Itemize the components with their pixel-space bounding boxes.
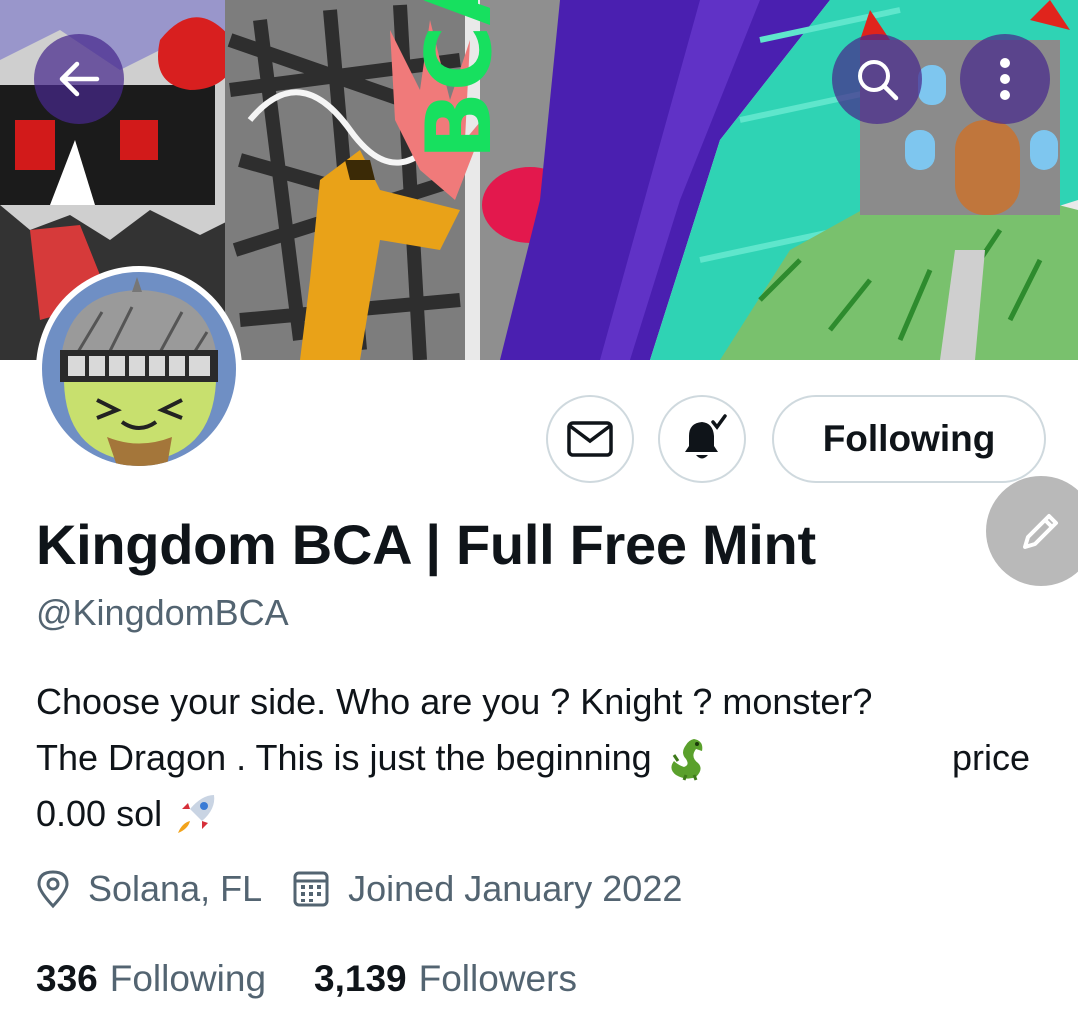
more-options-button[interactable]: [960, 34, 1050, 124]
arrow-left-icon: [59, 61, 100, 97]
profile-meta: Solana, FL Joined January 2022: [36, 868, 682, 910]
bio-line-2: The Dragon . This is just the beginning …: [36, 730, 1036, 786]
bio-line-3: 0.00 sol: [36, 786, 1036, 842]
profile-avatar[interactable]: [36, 266, 242, 472]
knight-avatar-image: [42, 272, 236, 466]
profile-bio: Choose your side. Who are you ? Knight ?…: [36, 674, 1036, 842]
pencil-icon: [1023, 514, 1058, 549]
message-button[interactable]: [546, 395, 634, 483]
rocket-icon: [174, 791, 220, 837]
bio-text-2: The Dragon . This is just the beginning: [36, 737, 652, 778]
back-button[interactable]: [34, 34, 124, 124]
joined-text: Joined January 2022: [348, 868, 683, 909]
profile-display-name: Kingdom BCA | Full Free Mint: [36, 513, 816, 576]
bio-text-price: price: [951, 737, 1030, 778]
joined-item: Joined January 2022: [292, 868, 682, 910]
search-icon: [858, 60, 899, 101]
dragon-icon: [664, 735, 710, 781]
search-button[interactable]: [832, 34, 922, 124]
following-label: Following: [109, 958, 267, 999]
profile-stats: 336 Following 3,139 Followers: [36, 958, 577, 1000]
profile-handle: @KingdomBCA: [36, 592, 289, 633]
followers-count: 3,139: [314, 958, 407, 999]
banner-art-text: BCA: [407, 0, 512, 160]
bio-text-1: Choose your side. Who are you ? Knight ?…: [36, 681, 873, 722]
location-pin-icon: [37, 870, 69, 909]
edit-profile-button[interactable]: [986, 476, 1078, 586]
bio-line-1: Choose your side. Who are you ? Knight ?…: [36, 674, 1036, 730]
following-count: 336: [36, 958, 98, 999]
followers-label: Followers: [418, 958, 577, 999]
location-text: Solana, FL: [88, 868, 263, 909]
following-stat-link[interactable]: 336 Following: [36, 958, 266, 1000]
bell-check-icon: [685, 414, 727, 459]
notifications-button[interactable]: [658, 395, 746, 483]
bio-text-3: 0.00 sol: [36, 793, 163, 834]
location-item: Solana, FL: [36, 868, 262, 910]
more-vertical-icon: [1000, 58, 1010, 100]
followers-stat-link[interactable]: 3,139 Followers: [314, 958, 577, 1000]
calendar-icon: [293, 871, 329, 907]
envelope-icon: [567, 421, 613, 457]
following-button[interactable]: Following: [772, 395, 1046, 483]
